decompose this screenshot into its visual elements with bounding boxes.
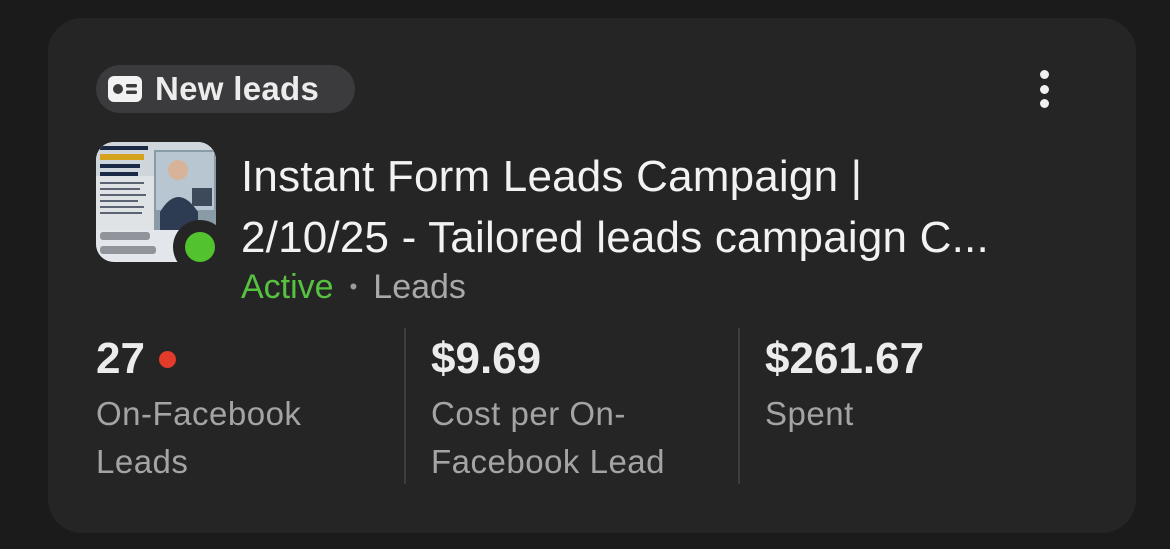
meta-separator: • [349,274,358,299]
more-options-button[interactable] [1030,68,1058,110]
stat-spent[interactable]: $261.67 Spent [765,328,1055,438]
stat-value: 27 [96,334,145,383]
new-alert-dot [158,350,176,368]
campaign-meta: Active • Leads [241,265,466,309]
campaign-status: Active [241,268,334,306]
stat-label: Cost per On-Facebook Lead [431,395,666,480]
stat-cost-per-lead[interactable]: $9.69 Cost per On-Facebook Lead [431,328,721,486]
stat-value: $9.69 [431,334,542,383]
lead-form-icon [108,76,142,102]
badge-label: New leads [155,70,320,107]
stat-label: Spent [765,395,854,432]
divider [738,328,740,484]
stat-leads[interactable]: 27 On-Facebook Leads [96,328,386,486]
active-status-indicator [173,220,227,274]
campaign-stats: 27 On-Facebook Leads $9.69 Cost per On-F… [0,328,1170,486]
campaign-title[interactable]: Instant Form Leads Campaign | 2/10/25 - … [241,146,1101,268]
more-vertical-icon [1039,70,1049,79]
new-leads-badge: New leads [96,65,355,113]
stat-value: $261.67 [765,334,925,383]
campaign-objective: Leads [373,268,466,306]
divider [404,328,406,484]
stat-label: On-Facebook Leads [96,395,302,480]
